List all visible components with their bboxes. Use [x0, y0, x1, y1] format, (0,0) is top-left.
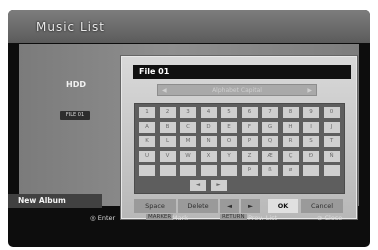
- key-2-3[interactable]: N: [200, 136, 217, 147]
- enter-hint: ◎ Enter: [90, 214, 116, 222]
- key-2-8[interactable]: S: [303, 136, 319, 147]
- key-2-7[interactable]: R: [282, 136, 299, 147]
- space-button[interactable]: Space: [134, 199, 176, 213]
- key-3-8[interactable]: Ð: [303, 150, 319, 162]
- window-title: Music List: [36, 20, 105, 34]
- key-0-6[interactable]: 7: [262, 107, 278, 118]
- character-keypad: 1234567890 ABCDEFGHIJ KLMNOPQRST UVWXYZÆÇÐÑ…: [134, 103, 345, 194]
- storage-label: HDD: [66, 80, 86, 89]
- key-4-1[interactable]: [159, 165, 176, 176]
- footer-hints: ◎ Enter MARKER Mark RETURN Prev. List ⊘ …: [8, 214, 370, 227]
- file-tag: FILE 01: [60, 111, 90, 120]
- key-0-2[interactable]: 3: [180, 107, 196, 118]
- key-4-3[interactable]: [200, 165, 217, 176]
- mode-next-icon[interactable]: ▶: [307, 85, 312, 97]
- key-2-2[interactable]: M: [180, 136, 196, 147]
- mode-label: Alphabet Capital: [212, 87, 262, 94]
- key-3-7[interactable]: Ç: [282, 150, 299, 162]
- key-2-5[interactable]: P: [241, 136, 258, 147]
- key-0-1[interactable]: 2: [159, 107, 176, 118]
- new-album-button[interactable]: New Album: [8, 194, 102, 208]
- key-2-9[interactable]: T: [323, 136, 340, 147]
- key-5-0[interactable]: ◄: [190, 179, 206, 191]
- key-0-5[interactable]: 6: [241, 107, 258, 118]
- cursor-right-button[interactable]: ►: [241, 199, 260, 213]
- key-3-6[interactable]: Æ: [262, 150, 278, 162]
- close-hint: ⊘ Close: [317, 214, 343, 222]
- key-1-7[interactable]: H: [282, 121, 299, 133]
- mode-prev-icon[interactable]: ◀: [162, 85, 167, 97]
- key-4-5[interactable]: Þ: [241, 165, 258, 176]
- key-4-9[interactable]: [323, 165, 340, 176]
- key-1-5[interactable]: F: [241, 121, 258, 133]
- key-0-3[interactable]: 4: [200, 107, 217, 118]
- screen-frame: Music List HDD FILE 01 New Album File 01…: [8, 10, 370, 247]
- key-1-4[interactable]: E: [221, 121, 237, 133]
- rename-dialog: File 01 ◀ Alphabet Capital ▶ 1234567890 A…: [120, 55, 358, 220]
- key-4-0[interactable]: [139, 165, 155, 176]
- key-0-7[interactable]: 8: [282, 107, 299, 118]
- key-4-6[interactable]: ß: [262, 165, 278, 176]
- key-2-4[interactable]: O: [221, 136, 237, 147]
- key-4-7[interactable]: ø: [282, 165, 299, 176]
- key-0-0[interactable]: 1: [139, 107, 155, 118]
- delete-button[interactable]: Delete: [178, 199, 218, 213]
- cancel-button[interactable]: Cancel: [301, 199, 343, 213]
- command-bar: Space Delete ◄ ► OK Cancel: [134, 199, 343, 213]
- cursor-left-button[interactable]: ◄: [220, 199, 239, 213]
- key-2-1[interactable]: L: [159, 136, 176, 147]
- key-3-1[interactable]: V: [159, 150, 176, 162]
- key-2-6[interactable]: Q: [262, 136, 278, 147]
- character-mode-select[interactable]: ◀ Alphabet Capital ▶: [157, 84, 317, 96]
- prev-list-hint: Prev. List: [248, 214, 278, 222]
- key-3-5[interactable]: Z: [241, 150, 258, 162]
- key-1-9[interactable]: J: [323, 121, 340, 133]
- name-input[interactable]: File 01: [133, 65, 351, 79]
- key-1-0[interactable]: A: [139, 121, 155, 133]
- key-1-3[interactable]: D: [200, 121, 217, 133]
- key-1-6[interactable]: G: [262, 121, 278, 133]
- key-1-8[interactable]: I: [303, 121, 319, 133]
- key-2-0[interactable]: K: [139, 136, 155, 147]
- ok-button[interactable]: OK: [268, 199, 298, 213]
- return-key-badge: RETURN: [220, 214, 247, 220]
- mark-hint: Mark: [172, 214, 189, 222]
- key-4-2[interactable]: [180, 165, 196, 176]
- key-1-1[interactable]: B: [159, 121, 176, 133]
- key-3-0[interactable]: U: [139, 150, 155, 162]
- key-3-4[interactable]: Y: [221, 150, 237, 162]
- key-0-8[interactable]: 9: [303, 107, 319, 118]
- key-0-9[interactable]: 0: [323, 107, 340, 118]
- key-1-2[interactable]: C: [180, 121, 196, 133]
- key-0-4[interactable]: 5: [221, 107, 237, 118]
- key-3-3[interactable]: X: [200, 150, 217, 162]
- key-3-2[interactable]: W: [180, 150, 196, 162]
- key-4-4[interactable]: [221, 165, 237, 176]
- key-5-1[interactable]: ►: [210, 179, 227, 191]
- key-4-8[interactable]: [303, 165, 319, 176]
- title-bar: Music List: [8, 10, 370, 43]
- key-3-9[interactable]: Ñ: [323, 150, 340, 162]
- marker-key-badge: MARKER: [146, 214, 174, 220]
